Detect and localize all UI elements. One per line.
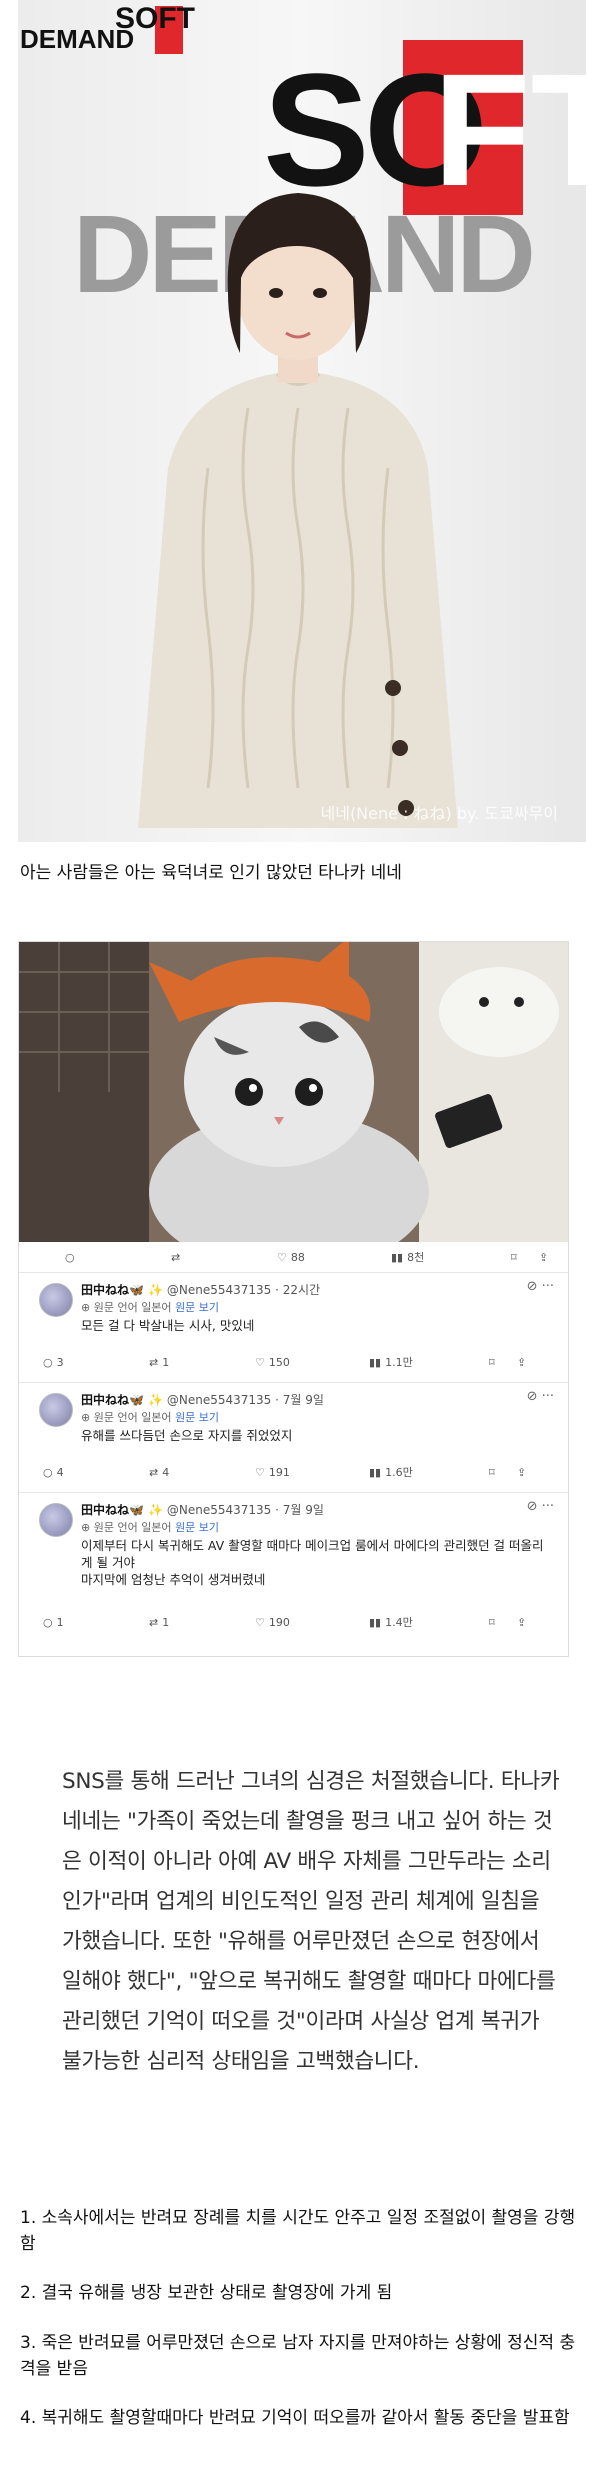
translation-note: ⊕ 원문 언어 일본어 원문 보기 bbox=[81, 1301, 220, 1314]
view-original-link[interactable]: 원문 보기 bbox=[175, 1521, 219, 1534]
views-button[interactable]: ▮▮ 8천 bbox=[391, 1249, 424, 1265]
article-paragraph: SNS를 통해 드러난 그녀의 심경은 처절했습니다. 타나카 네네는 "가족이… bbox=[62, 1769, 560, 2074]
view-original-link[interactable]: 원문 보기 bbox=[175, 1411, 219, 1424]
tweet-text: 이제부터 다시 복귀해도 AV 촬영할 때마다 메이크업 룸에서 마에다의 관리… bbox=[81, 1538, 544, 1587]
share-icon[interactable]: ⇪ bbox=[517, 1466, 526, 1479]
retweet-icon[interactable]: ⇄ bbox=[171, 1251, 180, 1264]
list-item: 4. 복귀해도 촬영할때마다 반려묘 기억이 떠오를까 같아서 활동 중단을 발… bbox=[20, 2408, 570, 2428]
bookmark-icon[interactable]: ⌑ bbox=[511, 1251, 517, 1264]
like-count: 190 bbox=[268, 1615, 290, 1629]
cat-photo bbox=[19, 942, 568, 1242]
views-button[interactable]: ▮▮ 1.6만 bbox=[369, 1464, 413, 1480]
bookmark-icon[interactable]: ⌑ bbox=[489, 1616, 495, 1629]
tweet-item[interactable]: 田中ねね🦋 ✨ @Nene55437135 · 22시간 ⊘ ··· ⊕ 원문 … bbox=[19, 1272, 568, 1382]
retweet-count: 1 bbox=[162, 1355, 170, 1369]
like-count: 191 bbox=[268, 1465, 290, 1479]
trans-text: 원문 언어 일본어 bbox=[93, 1301, 172, 1314]
like-button[interactable]: ♡ 150 bbox=[255, 1356, 290, 1369]
reply-button[interactable]: ○ 3 bbox=[43, 1356, 64, 1369]
view-original-link[interactable]: 원문 보기 bbox=[175, 1301, 219, 1314]
tweet-text: 모든 걸 다 박살내는 시사, 맛있네 bbox=[81, 1318, 255, 1333]
reply-count: 4 bbox=[56, 1465, 64, 1479]
list-item: 3. 죽은 반려묘를 어루만졌던 손으로 남자 자지를 만져야하는 상황에 정신… bbox=[20, 2333, 576, 2379]
retweet-button[interactable]: ⇄ 1 bbox=[149, 1356, 169, 1369]
reply-button[interactable]: ○ 1 bbox=[43, 1616, 64, 1629]
more-icon[interactable]: ⊘ ··· bbox=[527, 1499, 554, 1514]
avatar[interactable] bbox=[39, 1503, 73, 1537]
tweet-header: 田中ねね🦋 ✨ @Nene55437135 · 7월 9일 bbox=[81, 1391, 324, 1408]
translation-note: ⊕ 원문 언어 일본어 원문 보기 bbox=[81, 1411, 220, 1424]
list-item: 2. 결국 유해를 냉장 보관한 상태로 촬영장에 가게 됨 bbox=[20, 2283, 393, 2303]
user-handle: @Nene55437135 · 22시간 bbox=[166, 1283, 321, 1297]
like-button[interactable]: ♡ 190 bbox=[255, 1616, 290, 1629]
more-icon[interactable]: ⊘ ··· bbox=[527, 1389, 554, 1404]
views-count: 1.6만 bbox=[385, 1466, 413, 1479]
tweet-item[interactable]: 田中ねね🦋 ✨ @Nene55437135 · 7월 9일 ⊘ ··· ⊕ 원문… bbox=[19, 1382, 568, 1492]
retweet-button[interactable]: ⇄ 4 bbox=[149, 1466, 169, 1479]
views-count: 8천 bbox=[407, 1251, 425, 1264]
avatar[interactable] bbox=[39, 1283, 73, 1317]
retweet-count: 4 bbox=[162, 1465, 170, 1479]
share-icon[interactable]: ⇪ bbox=[539, 1251, 548, 1264]
translation-note: ⊕ 원문 언어 일본어 원문 보기 bbox=[81, 1521, 220, 1534]
retweet-button[interactable]: ⇄ 1 bbox=[149, 1616, 169, 1629]
tweet-header: 田中ねね🦋 ✨ @Nene55437135 · 7월 9일 bbox=[81, 1501, 324, 1518]
tweet-item[interactable]: 田中ねね🦋 ✨ @Nene55437135 · 7월 9일 ⊘ ··· ⊕ 원문… bbox=[19, 1492, 568, 1656]
retweet-count: 1 bbox=[162, 1615, 170, 1629]
sns-screenshot: ○ ⇄ ♡ 88 ▮▮ 8천 ⌑ ⇪ 田中ねね🦋 ✨ @Nene55437135… bbox=[18, 941, 569, 1657]
like-count: 150 bbox=[268, 1355, 290, 1369]
avatar[interactable] bbox=[39, 1393, 73, 1427]
bookmark-icon[interactable]: ⌑ bbox=[489, 1466, 495, 1479]
photo-credit: 네네(Nene : ねね) by. 도쿄싸무이 bbox=[320, 804, 559, 823]
reply-button[interactable]: ○ 4 bbox=[43, 1466, 64, 1479]
share-icon[interactable]: ⇪ bbox=[517, 1616, 526, 1629]
tweet-actions-top: ○ ⇄ ♡ 88 ▮▮ 8천 ⌑ ⇪ bbox=[41, 1246, 558, 1268]
trans-text: 원문 언어 일본어 bbox=[93, 1411, 172, 1424]
reply-count: 3 bbox=[56, 1355, 64, 1369]
more-icon[interactable]: ⊘ ··· bbox=[527, 1279, 554, 1294]
trans-text: 원문 언어 일본어 bbox=[93, 1521, 172, 1534]
like-button[interactable]: ♡ 191 bbox=[255, 1466, 290, 1479]
soft-on-demand-logo: SOFT DEMAND bbox=[20, 4, 240, 56]
tweet-list: ○ ⇄ ♡ 88 ▮▮ 8천 ⌑ ⇪ 田中ねね🦋 ✨ @Nene55437135… bbox=[19, 1242, 568, 1656]
views-count: 1.1만 bbox=[385, 1356, 413, 1369]
views-count: 1.4만 bbox=[385, 1616, 413, 1629]
logo-bottom-text: DEMAND bbox=[20, 24, 135, 54]
photo-caption: 아는 사람들은 아는 육덕녀로 인기 많았던 타나카 네네 bbox=[20, 863, 402, 883]
bookmark-icon[interactable]: ⌑ bbox=[489, 1356, 495, 1369]
user-name[interactable]: 田中ねね🦋 ✨ bbox=[81, 1283, 163, 1297]
user-handle: @Nene55437135 · 7월 9일 bbox=[166, 1503, 324, 1517]
like-button[interactable]: ♡ 88 bbox=[277, 1251, 305, 1264]
user-handle: @Nene55437135 · 7월 9일 bbox=[166, 1393, 324, 1407]
reply-icon[interactable]: ○ bbox=[65, 1251, 75, 1264]
like-count: 88 bbox=[290, 1250, 305, 1264]
tweet-actions: ○ 4 ⇄ 4 ♡ 191 ▮▮ 1.6만 ⌑ ⇪ bbox=[41, 1461, 558, 1483]
hero-photo: SO FT DEMAND 네네(Nene : ねね) by. 도쿄싸무이 bbox=[18, 0, 586, 842]
share-icon[interactable]: ⇪ bbox=[517, 1356, 526, 1369]
user-name[interactable]: 田中ねね🦋 ✨ bbox=[81, 1503, 163, 1517]
tweet-text: 유해를 쓰다듬던 손으로 자지를 쥐었었지 bbox=[81, 1428, 293, 1443]
views-button[interactable]: ▮▮ 1.1만 bbox=[369, 1354, 413, 1370]
tweet-header: 田中ねね🦋 ✨ @Nene55437135 · 22시간 bbox=[81, 1281, 320, 1298]
user-name[interactable]: 田中ねね🦋 ✨ bbox=[81, 1393, 163, 1407]
tweet-actions: ○ 1 ⇄ 1 ♡ 190 ▮▮ 1.4만 ⌑ ⇪ bbox=[41, 1611, 558, 1633]
reply-count: 1 bbox=[56, 1615, 64, 1629]
tweet-actions: ○ 3 ⇄ 1 ♡ 150 ▮▮ 1.1만 ⌑ ⇪ bbox=[41, 1351, 558, 1373]
list-item: 1. 소속사에서는 반려묘 장례를 치를 시간도 안주고 일정 조절없이 촬영을… bbox=[20, 2208, 576, 2254]
views-button[interactable]: ▮▮ 1.4만 bbox=[369, 1614, 413, 1630]
person-illustration bbox=[138, 193, 458, 828]
